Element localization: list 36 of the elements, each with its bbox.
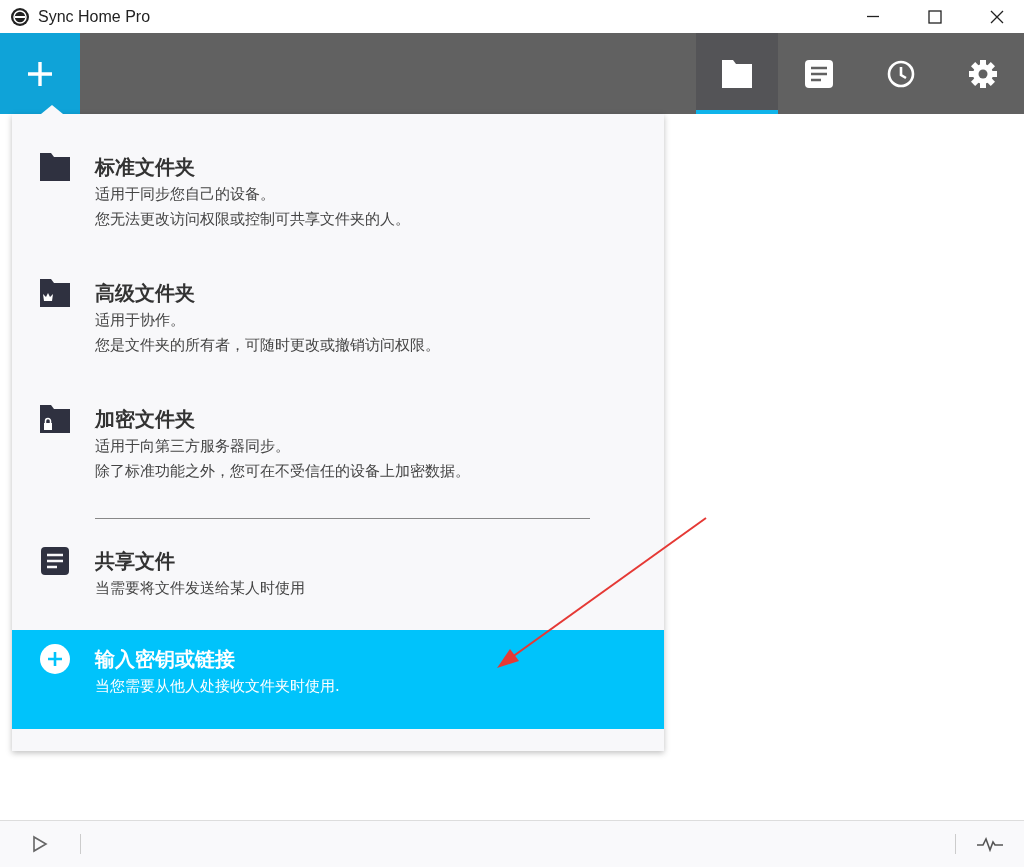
document-icon [804,58,834,89]
window-title: Sync Home Pro [38,7,152,26]
menu-item[interactable]: 共享文件 当需要将文件发送给某人时使用 [12,519,664,630]
lock-folder-icon [40,404,70,434]
menu-item-description: 当需要将文件发送给某人时使用 [95,578,305,599]
settings-icon [968,58,998,89]
folder-icon [722,58,752,89]
menu-item-title: 加密文件夹 [95,406,196,433]
menu-item-description: 您无法更改访问权限或控制可共享文件夹的人。 [95,209,410,230]
pulse-icon [977,836,1003,852]
add-button[interactable] [0,33,80,114]
maximize-icon [927,8,943,25]
menu-item-description: 适用于同步您自己的设备。 [95,184,276,205]
plus-icon [40,644,70,674]
crown-folder-icon [40,278,70,308]
folder-tab[interactable] [696,33,778,114]
menu-item-description: 适用于协作。 [95,310,186,331]
menu-item-title: 共享文件 [95,548,176,575]
menu-item-description: 适用于向第三方服务器同步。 [95,436,291,457]
app-logo-icon [10,6,30,27]
document-icon [40,546,70,576]
menu-item-title: 高级文件夹 [95,280,196,307]
folder-icon [40,152,70,182]
menu-item-title: 输入密钥或链接 [95,646,236,673]
menu-item-title: 标准文件夹 [95,154,196,181]
plus-icon [26,59,54,88]
clock-icon [886,58,916,89]
menu-item-description: 当您需要从他人处接收文件夹时使用. [95,676,340,697]
menu-item[interactable]: 标准文件夹 适用于同步您自己的设备。 您无法更改访问权限或控制可共享文件夹的人。 [12,114,664,240]
play-icon [31,835,49,853]
minimize-icon [865,15,881,18]
menu-item[interactable]: 高级文件夹 适用于协作。 您是文件夹的所有者，可随时更改或撤销访问权限。 [12,240,664,366]
close-icon [989,8,1005,25]
menu-item-description: 除了标准功能之外，您可在不受信任的设备上加密数据。 [95,461,470,482]
menu-item-description: 您是文件夹的所有者，可随时更改或撤销访问权限。 [95,335,440,356]
menu-item[interactable]: 加密文件夹 适用于向第三方服务器同步。 除了标准功能之外，您可在不受信任的设备上加密数据。 [12,366,664,492]
